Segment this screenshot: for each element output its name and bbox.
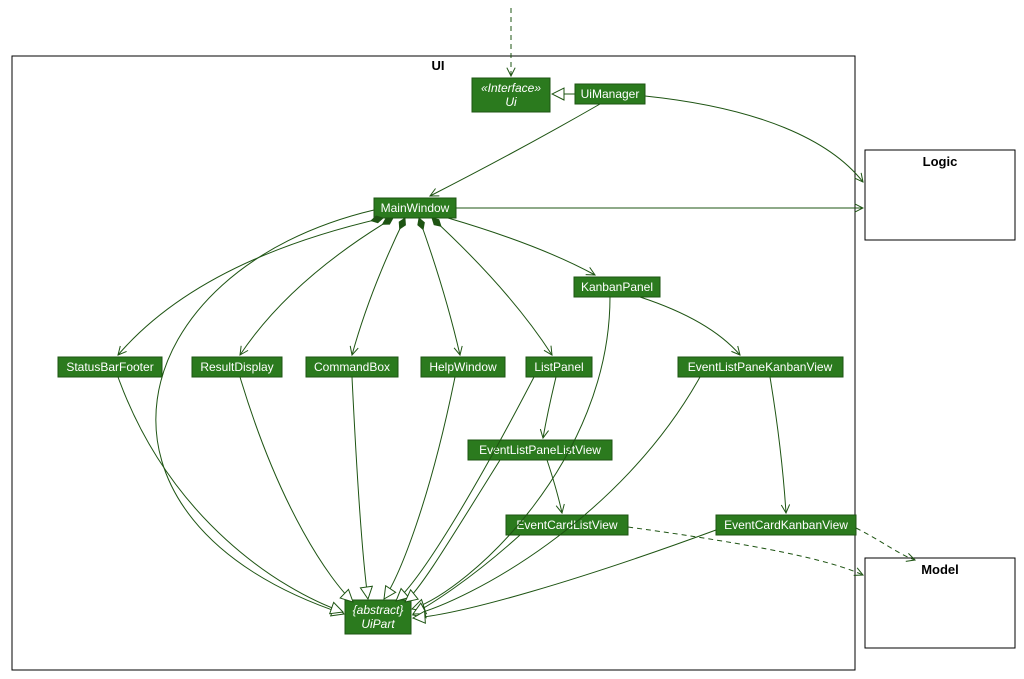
edge-elplist-to-uipart bbox=[405, 460, 500, 602]
edge-elpkanban-to-eckanban bbox=[770, 377, 786, 513]
node-uipart-name: UiPart bbox=[361, 617, 395, 631]
edge-eclist-to-uipart bbox=[413, 535, 520, 614]
node-helpwindow: HelpWindow bbox=[421, 357, 505, 377]
node-statusbarfooter: StatusBarFooter bbox=[58, 357, 162, 377]
node-helpwindow-label: HelpWindow bbox=[429, 360, 497, 374]
node-ui-interface: «Interface» Ui bbox=[472, 78, 550, 112]
edge-mw-to-listpanel bbox=[432, 218, 552, 355]
node-ec-kanban: EventCardKanbanView bbox=[716, 515, 856, 535]
edge-kanban-to-elpkanban bbox=[640, 297, 740, 355]
node-kanbanpanel-label: KanbanPanel bbox=[581, 280, 653, 294]
node-uimanager: UiManager bbox=[575, 84, 645, 104]
node-elp-kanban: EventListPaneKanbanView bbox=[678, 357, 843, 377]
edge-eckanban-to-model bbox=[856, 528, 915, 560]
node-uipart: {abstract} UiPart bbox=[345, 600, 411, 634]
edge-eckanban-to-uipart bbox=[413, 530, 716, 618]
edge-commandbox-to-uipart bbox=[352, 377, 368, 599]
node-listpanel-label: ListPanel bbox=[534, 360, 583, 374]
node-resultdisplay-label: ResultDisplay bbox=[200, 360, 273, 374]
node-uimanager-label: UiManager bbox=[581, 87, 640, 101]
edge-elpkanban-to-uipart bbox=[413, 377, 700, 615]
node-elp-kanban-label: EventListPaneKanbanView bbox=[688, 360, 833, 374]
uml-diagram: UI Logic Model «Interface» Ui UiManager … bbox=[0, 0, 1024, 679]
edge-mw-to-statusbar bbox=[118, 218, 383, 355]
node-commandbox-label: CommandBox bbox=[314, 360, 390, 374]
edge-statusbar-to-uipart bbox=[118, 377, 343, 612]
node-ui-interface-name: Ui bbox=[505, 95, 517, 109]
package-logic-title: Logic bbox=[923, 154, 958, 169]
node-statusbarfooter-label: StatusBarFooter bbox=[66, 360, 153, 374]
edge-listpanel-to-elplist bbox=[543, 377, 556, 438]
node-mainwindow: MainWindow bbox=[374, 198, 456, 218]
package-model-title: Model bbox=[921, 562, 959, 577]
edge-mw-to-commandbox bbox=[352, 218, 405, 355]
edge-mw-to-kanbanpanel bbox=[448, 218, 595, 275]
edge-uimanager-to-logic bbox=[645, 96, 863, 182]
edge-uimanager-to-mainwindow bbox=[430, 104, 600, 196]
node-ec-kanban-label: EventCardKanbanView bbox=[724, 518, 848, 532]
edge-resultdisplay-to-uipart bbox=[240, 377, 353, 602]
node-uipart-stereotype: {abstract} bbox=[353, 603, 404, 617]
node-ec-list-label: EventCardListView bbox=[516, 518, 617, 532]
edge-helpwindow-to-uipart bbox=[384, 377, 455, 599]
node-ui-interface-stereotype: «Interface» bbox=[481, 81, 541, 95]
node-listpanel: ListPanel bbox=[526, 357, 592, 377]
node-commandbox: CommandBox bbox=[306, 357, 398, 377]
node-kanbanpanel: KanbanPanel bbox=[574, 277, 660, 297]
edge-mw-to-uipart bbox=[156, 210, 374, 614]
node-mainwindow-label: MainWindow bbox=[381, 201, 450, 215]
node-resultdisplay: ResultDisplay bbox=[192, 357, 282, 377]
edge-mw-to-resultdisplay bbox=[240, 218, 393, 355]
node-elp-list: EventListPaneListView bbox=[468, 440, 612, 460]
package-ui-title: UI bbox=[432, 58, 445, 73]
